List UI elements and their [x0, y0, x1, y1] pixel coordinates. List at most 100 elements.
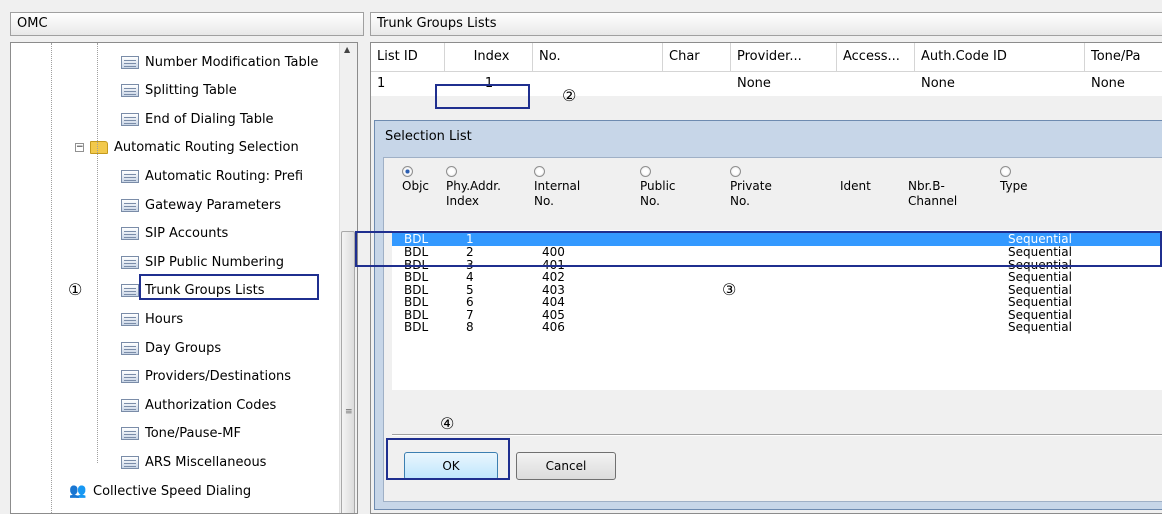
list-cell-internal: 404 — [542, 295, 565, 309]
list-cell-type: Sequential — [1008, 270, 1072, 284]
tree-item[interactable]: − Automatic Routing Selection — [75, 135, 299, 161]
grid-cell[interactable]: None — [915, 72, 1085, 96]
list-cell-index: 7 — [466, 307, 474, 322]
grid-header-row: List ID Index No. Char Provider... Access... A… — [371, 43, 1162, 72]
column-header[interactable]: No. — [533, 43, 663, 71]
cancel-button[interactable]: Cancel — [516, 452, 616, 480]
tree-item-label: ARS Miscellaneous — [145, 454, 267, 470]
tree-item[interactable]: +🚑Emergency — [29, 507, 141, 513]
column-header[interactable]: Auth.Code ID — [915, 43, 1085, 71]
sort-radio[interactable] — [640, 166, 651, 177]
tree-item-label: Hours — [145, 311, 184, 327]
table-icon — [121, 427, 139, 441]
highlight-ok-button — [386, 438, 510, 480]
sort-radio[interactable] — [402, 166, 413, 177]
right-pane-header: Trunk Groups Lists — [370, 12, 1162, 36]
sort-radio[interactable] — [730, 166, 741, 177]
annotation-marker-3: ③ — [722, 280, 737, 299]
grid-cell[interactable] — [663, 72, 731, 96]
list-cell-index: 4 — [466, 270, 474, 284]
tree-item[interactable]: Providers/Destinations — [121, 364, 291, 390]
list-cell-objc: BDL — [404, 282, 429, 297]
tree-item[interactable]: End of Dialing Table — [121, 106, 274, 132]
selection-column-header[interactable]: Phy.Addr. Index — [446, 166, 501, 209]
tree-item[interactable]: Tone/Pause-MF — [121, 421, 241, 447]
list-item[interactable]: BDL 5 403 Sequential — [392, 284, 1162, 296]
table-icon — [121, 312, 139, 326]
expand-toggle-icon[interactable]: − — [75, 143, 84, 153]
column-header[interactable]: Access... — [837, 43, 915, 71]
tree-item-label: Number Modification Table — [145, 54, 319, 70]
tree-item[interactable]: Hours — [121, 306, 183, 332]
tree-item[interactable]: Authorization Codes — [121, 392, 276, 418]
tree-scroll-thumb[interactable]: ≡ — [341, 231, 355, 513]
table-icon — [121, 341, 139, 355]
tree-item-label: SIP Accounts — [145, 226, 229, 242]
tree-item[interactable]: 👥 Collective Speed Dialing — [69, 478, 251, 504]
sort-radio[interactable] — [534, 166, 545, 177]
table-icon — [121, 227, 139, 241]
dialog-title: Selection List — [385, 129, 472, 144]
tree-item[interactable]: Gateway Parameters — [121, 192, 281, 218]
tree-item-label: Collective Speed Dialing — [93, 483, 252, 499]
header-line: Channel — [908, 194, 958, 208]
table-icon — [121, 198, 139, 212]
column-header[interactable]: Provider... — [731, 43, 837, 71]
tree-item-label: Splitting Table — [145, 83, 237, 99]
tree-item[interactable]: ARS Miscellaneous — [121, 449, 266, 475]
header-line: Index — [446, 194, 480, 208]
column-header[interactable]: Tone/Pa — [1085, 43, 1162, 71]
speed-dial-icon: 👥 — [69, 483, 87, 499]
column-header[interactable]: Index — [445, 43, 533, 71]
grid-cell[interactable] — [533, 72, 663, 96]
grid-cell[interactable]: None — [731, 72, 837, 96]
list-cell-type: Sequential — [1008, 295, 1072, 309]
tree-item-label: Providers/Destinations — [145, 369, 292, 385]
selection-column-header[interactable]: Public No. — [640, 166, 676, 209]
tree-item-label: Automatic Routing Selection — [114, 140, 299, 156]
list-item[interactable]: BDL 8 406 Sequential — [392, 321, 1162, 333]
scroll-up-arrow-icon[interactable]: ▲ — [344, 45, 350, 54]
list-item[interactable]: BDL 4 402 Sequential — [392, 271, 1162, 283]
list-cell-objc: BDL — [404, 295, 429, 309]
grid-cell[interactable] — [837, 72, 915, 96]
selection-column-header: Nbr.B- Channel — [908, 166, 957, 209]
tree-scrollbar[interactable]: ▲ ≡ — [339, 43, 357, 513]
tree-item[interactable]: Splitting Table — [121, 78, 237, 104]
selection-column-header[interactable]: Objc — [402, 166, 429, 194]
header-line: Nbr.B- — [908, 179, 945, 193]
header-line: Objc — [402, 179, 429, 193]
list-cell-objc: BDL — [404, 270, 429, 284]
header-line: Private — [730, 179, 772, 193]
column-header[interactable]: Char — [663, 43, 731, 71]
list-cell-type: Sequential — [1008, 282, 1072, 297]
selection-column-header: Ident — [840, 166, 871, 194]
table-icon — [121, 55, 139, 69]
annotation-marker-1: ① — [68, 280, 83, 299]
list-item[interactable]: BDL 7 405 Sequential — [392, 309, 1162, 321]
grid-cell[interactable]: 1 — [371, 72, 445, 96]
selection-column-header[interactable]: Type — [1000, 166, 1028, 194]
tree-item[interactable]: SIP Accounts — [121, 221, 228, 247]
tree-connector-line — [97, 43, 99, 463]
tree-item[interactable]: Day Groups — [121, 335, 221, 361]
tree-item-label: Day Groups — [145, 340, 222, 356]
selection-column-header[interactable]: Private No. — [730, 166, 772, 209]
selection-column-header[interactable]: Internal No. — [534, 166, 580, 209]
list-item[interactable]: BDL 6 404 Sequential — [392, 296, 1162, 308]
tree-item[interactable]: Automatic Routing: Prefi — [121, 163, 303, 189]
sort-radio[interactable] — [1000, 166, 1011, 177]
grid-cell[interactable]: None — [1085, 72, 1162, 96]
tree-item[interactable]: Number Modification Table — [121, 49, 318, 75]
tree-item[interactable]: SIP Public Numbering — [121, 249, 284, 275]
tree-item-label: End of Dialing Table — [145, 111, 274, 127]
left-pane-header: OMC — [10, 12, 364, 36]
sort-radio[interactable] — [446, 166, 457, 177]
table-icon — [121, 112, 139, 126]
list-cell-index: 6 — [466, 295, 474, 309]
scroll-grip-icon: ≡ — [345, 407, 353, 417]
list-cell-index: 8 — [466, 320, 474, 334]
column-header[interactable]: List ID — [371, 43, 445, 71]
table-icon — [121, 169, 139, 183]
tree-item-label: Gateway Parameters — [145, 197, 281, 213]
